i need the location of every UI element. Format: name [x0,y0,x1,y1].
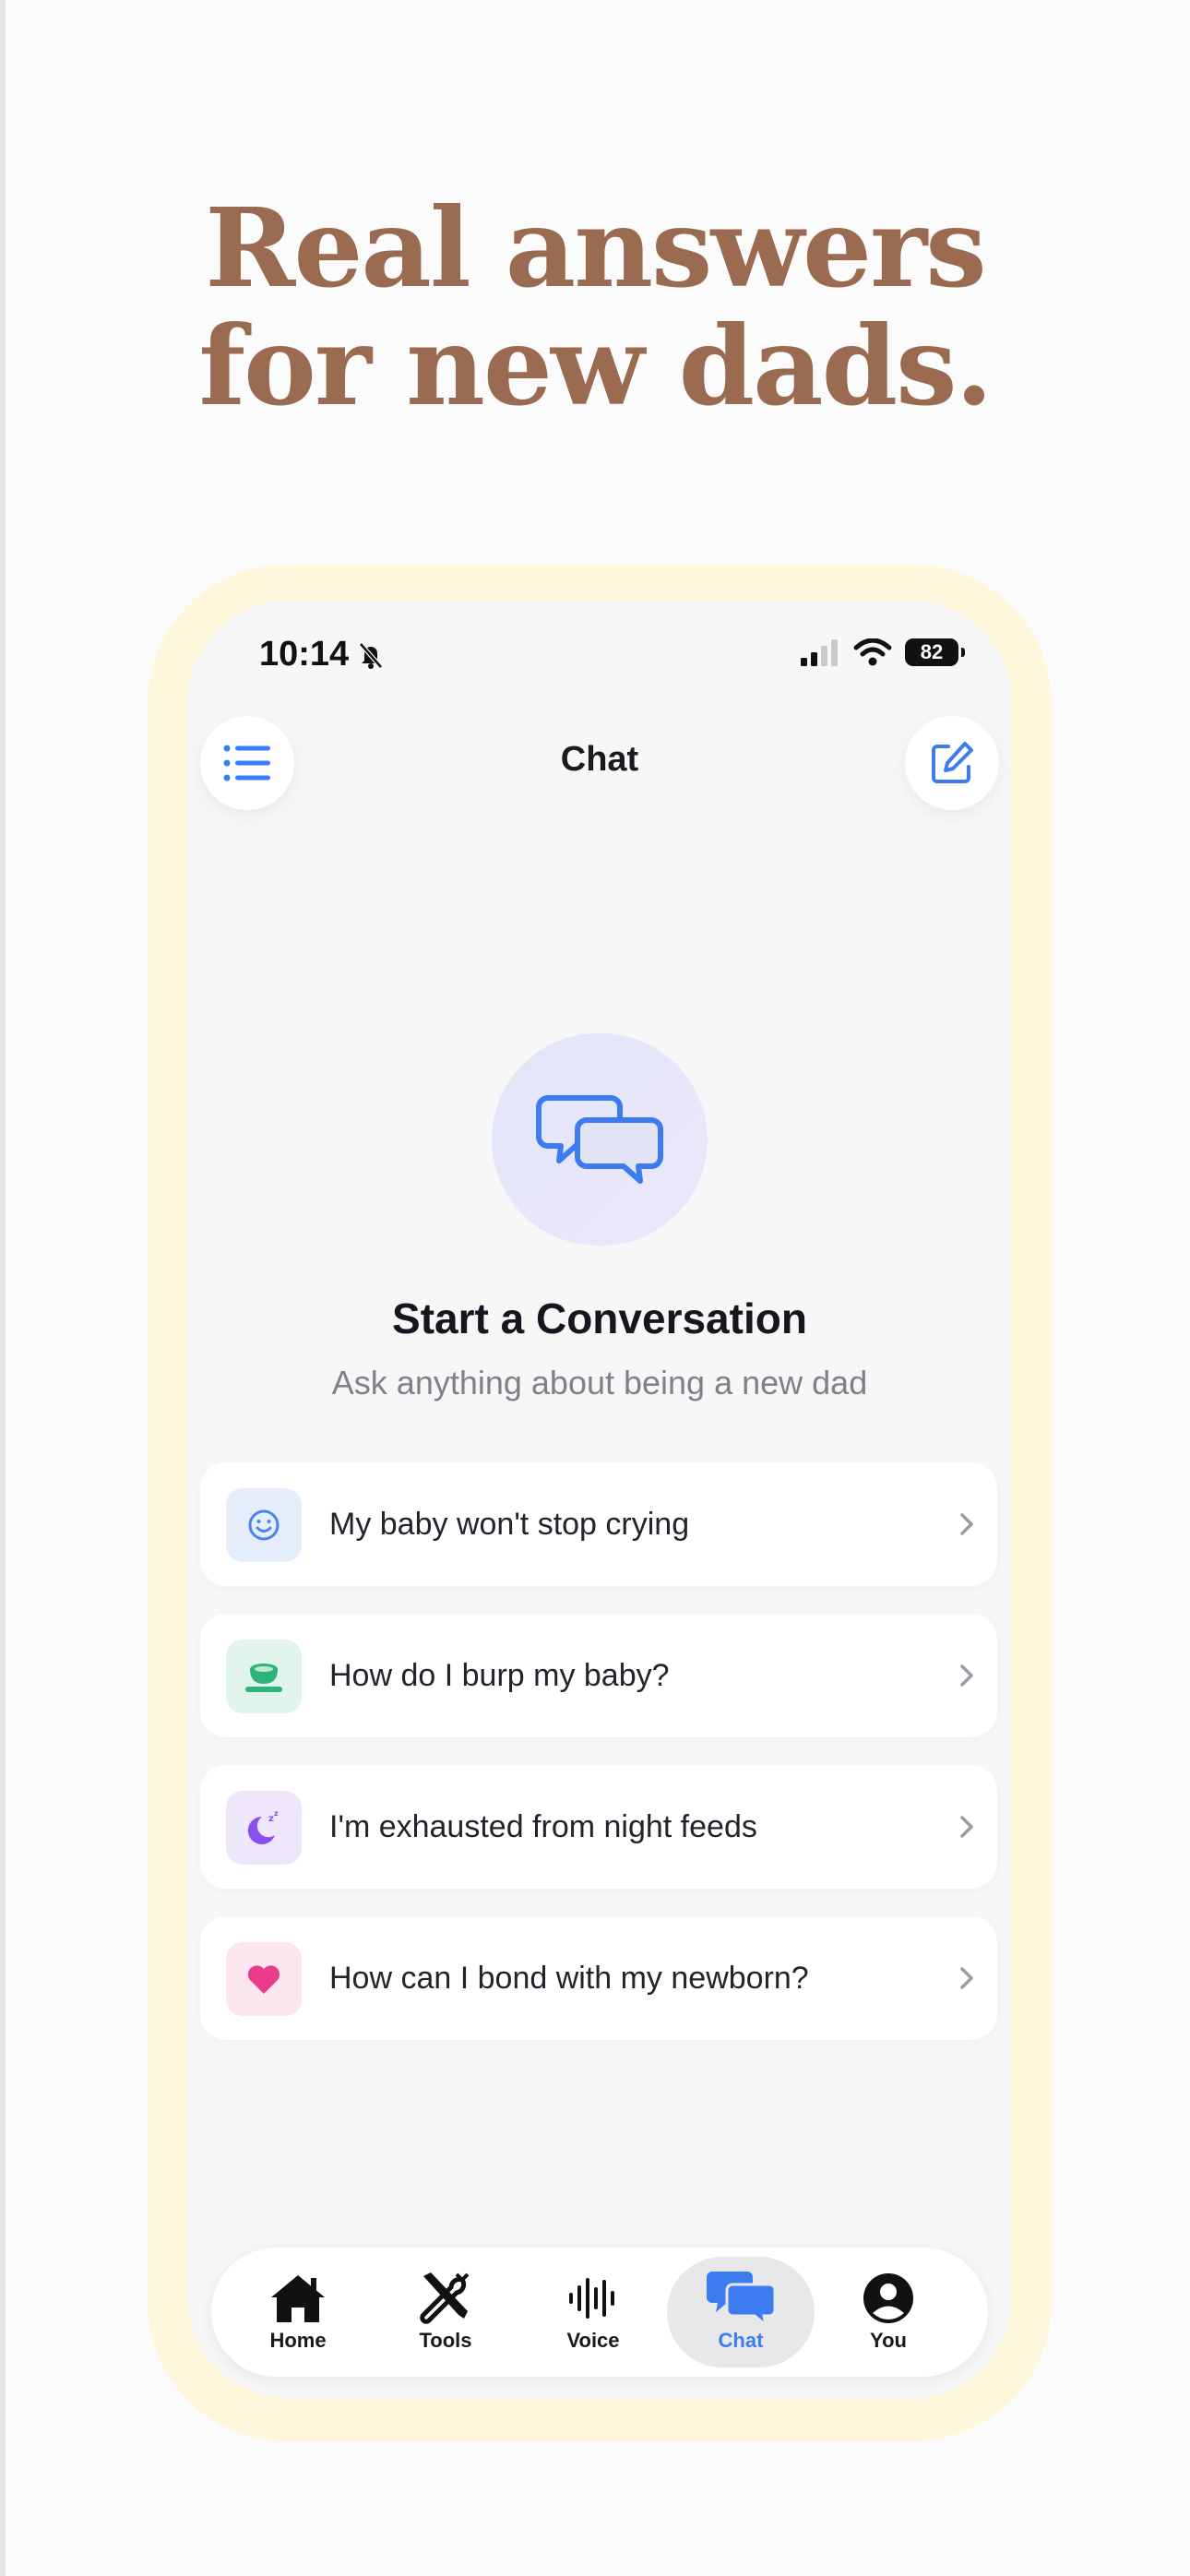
chat-bubbles-icon [536,1095,663,1184]
status-bar-right: 82 [800,638,965,666]
headline-line-2: for new dads. [198,302,993,430]
chat-hero-badge [492,1033,708,1246]
tab-bar: Home Tools Voice Chat You [211,2248,988,2377]
smiley-icon [248,1509,280,1541]
heart-icon [247,1965,280,1994]
new-chat-button[interactable] [905,716,999,810]
suggestion-icon-box: z z [226,1791,302,1865]
chevron-right-icon [960,1664,973,1687]
headline-line-1: Real answers [205,184,986,312]
cup-icon [245,1664,282,1692]
suggestion-icon-box [226,1640,302,1713]
tab-label: Tools [419,2329,472,2352]
tab-label: You [870,2329,907,2352]
chevron-right-icon [960,1967,973,1989]
wifi-icon [853,638,892,666]
suggestion-label: My baby won't stop crying [329,1507,690,1542]
compose-icon [932,742,973,783]
tab-you[interactable]: You [815,2257,962,2367]
page-title: Chat [560,740,639,779]
suggestion-label: I'm exhausted from night feeds [329,1809,757,1844]
suggestion-label: How can I bond with my newborn? [329,1961,809,1996]
tools-icon [420,2272,470,2324]
marketing-headline: Real answers for new dads. [0,189,1190,425]
suggestion-icon-box [226,1942,302,2016]
status-bar-time: 10:14 [259,635,386,674]
tab-label: Chat [718,2329,764,2352]
suggestion-card[interactable]: How can I bond with my newborn? [200,1916,997,2040]
empty-state-subtitle: Ask anything about being a new dad [331,1364,868,1401]
chevron-right-icon [960,1816,973,1838]
suggestion-card[interactable]: z z I'm exhausted from night feeds [200,1765,997,1889]
chat-bubbles-icon [707,2272,777,2327]
tab-home[interactable]: Home [224,2257,372,2367]
suggestion-label: How do I burp my baby? [329,1658,670,1693]
bell-slash-icon [359,641,384,669]
tab-chat[interactable]: Chat [667,2257,815,2367]
suggestion-icon-box [226,1488,302,1562]
person-icon [863,2273,913,2323]
signal-icon [801,639,838,666]
battery-icon: 82 [905,638,965,666]
status-time-text: 10:14 [259,635,350,674]
svg-text:z: z [274,1809,279,1818]
suggestion-card[interactable]: How do I burp my baby? [200,1614,997,1737]
tab-label: Home [269,2329,327,2352]
moon-zzz-icon: z z [247,1809,279,1844]
tab-label: Voice [566,2329,620,2352]
chevron-right-icon [960,1513,973,1535]
suggestion-card[interactable]: My baby won't stop crying [200,1462,997,1586]
tab-tools[interactable]: Tools [372,2257,519,2367]
home-icon [271,2275,325,2322]
tab-voice[interactable]: Voice [519,2257,667,2367]
empty-state-title: Start a Conversation [392,1294,807,1342]
phone-screen: 10:14 82 Chat Start a Conversation Ask a… [187,600,1012,2399]
waveform-icon [569,2278,614,2319]
